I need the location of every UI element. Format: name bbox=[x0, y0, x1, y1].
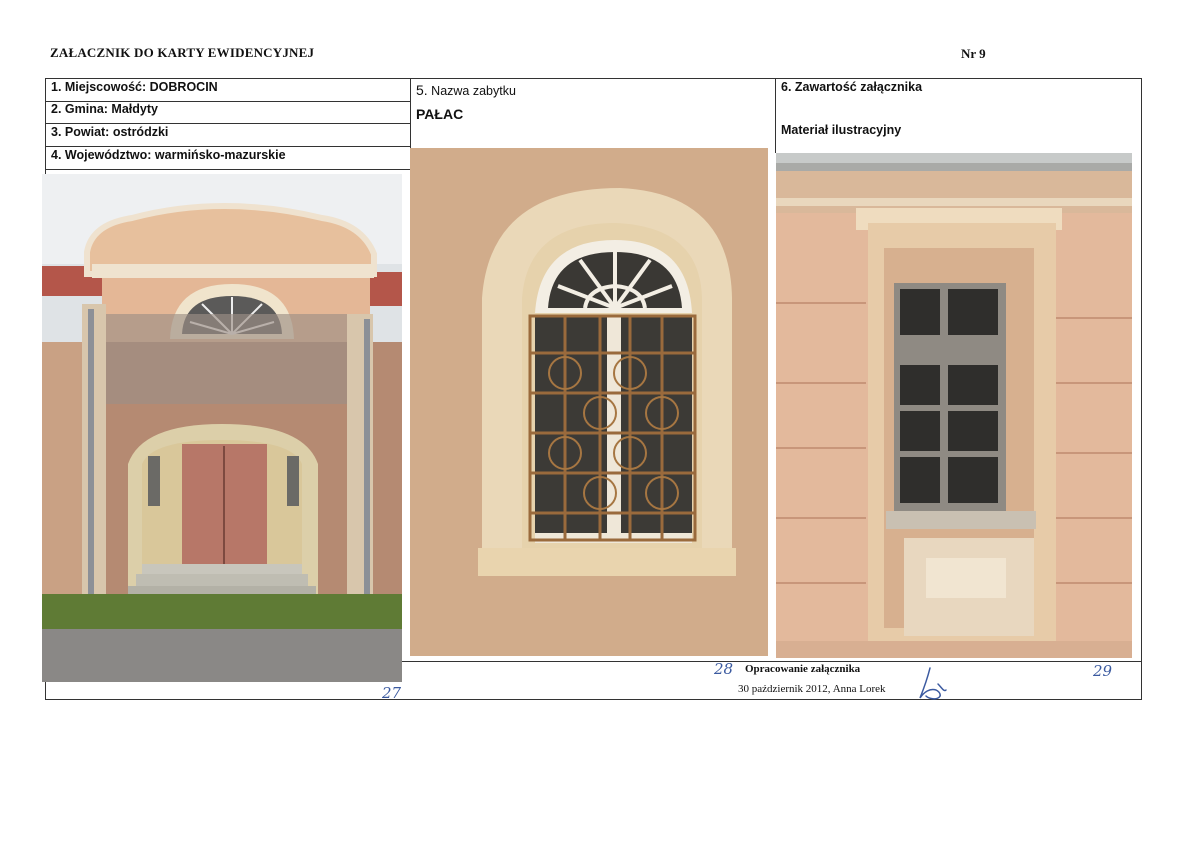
column-divider-2 bbox=[775, 78, 776, 153]
prepared-by: 30 październik 2012, Anna Lorek bbox=[738, 683, 886, 695]
attachment-label: 6. Zawartość załącznika bbox=[781, 80, 923, 94]
document-number: Nr 9 bbox=[961, 46, 986, 61]
rectangular-window-photo bbox=[776, 153, 1132, 658]
field-commune: 2. Gmina: Małdyty bbox=[51, 102, 158, 116]
row-divider bbox=[45, 123, 410, 124]
photo-number-29: 29 bbox=[1093, 662, 1113, 680]
arched-window-grille-photo bbox=[410, 148, 768, 656]
document-title: ZAŁACZNIK DO KARTY EWIDENCYJNEJ bbox=[50, 45, 315, 60]
field-district: 3. Powiat: ostródzki bbox=[51, 125, 169, 139]
monument-label-text: Nazwa zabytku bbox=[431, 84, 516, 98]
prepared-label: Opracowanie załącznika bbox=[745, 663, 861, 675]
photo-number-27: 27 bbox=[382, 684, 402, 702]
row-divider bbox=[45, 146, 410, 147]
footer-divider bbox=[400, 661, 1142, 662]
monument-label: 5. Nazwa zabytku bbox=[416, 82, 516, 98]
field-voivodeship: 4. Województwo: warmińsko-mazurskie bbox=[51, 148, 286, 162]
photo-number-28: 28 bbox=[714, 660, 734, 678]
monument-label-number: 5. bbox=[416, 82, 428, 98]
signature bbox=[916, 666, 948, 707]
field-locality: 1. Miejscowość: DOBROCIN bbox=[51, 80, 218, 94]
attachment-content: Materiał ilustracyjny bbox=[781, 123, 902, 137]
facade-entrance-photo bbox=[42, 174, 402, 682]
row-divider bbox=[45, 169, 410, 170]
monument-name: PAŁAC bbox=[416, 106, 464, 122]
